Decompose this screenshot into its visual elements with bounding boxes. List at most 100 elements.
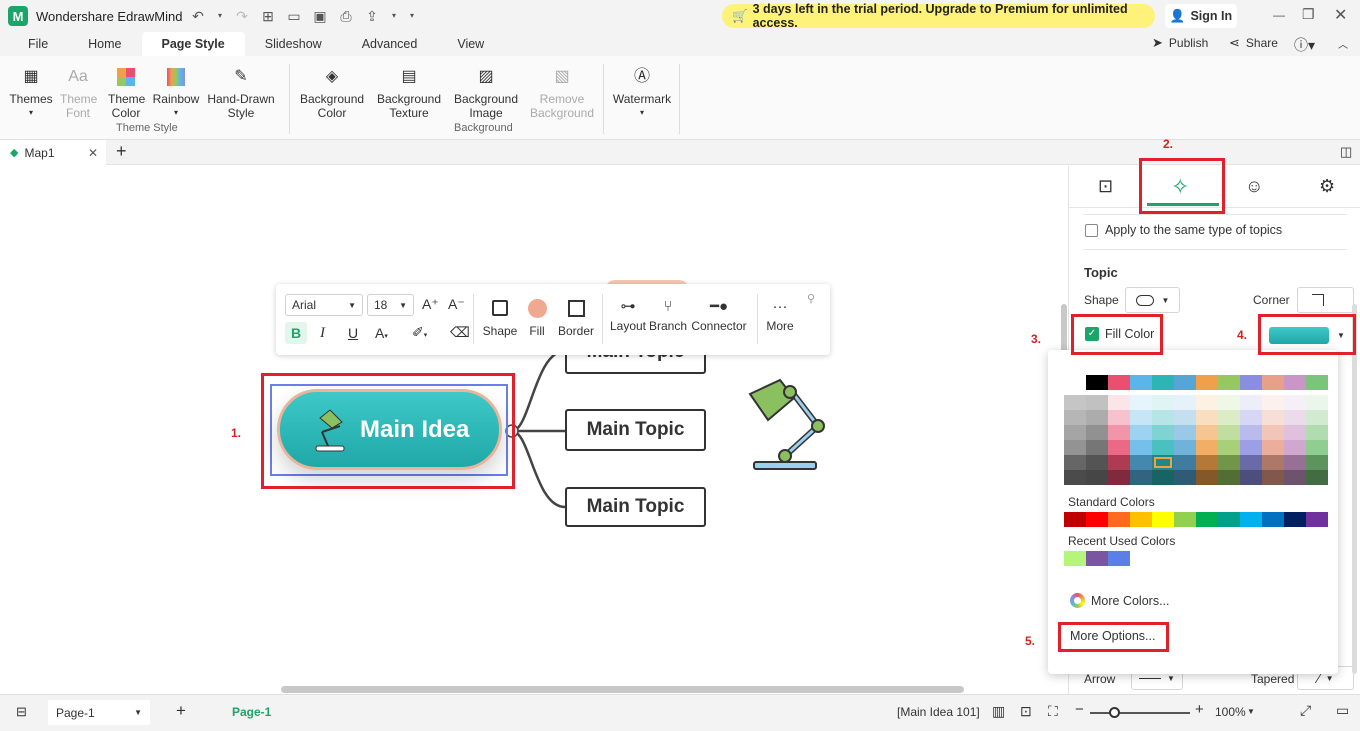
more-colors-button[interactable]: More Colors... (1070, 593, 1170, 608)
color-swatch[interactable] (1262, 395, 1284, 410)
color-swatch[interactable] (1086, 375, 1108, 390)
zoom-level[interactable]: 100% (1215, 705, 1246, 719)
chevron-down-icon[interactable]: ▼ (1247, 707, 1255, 716)
color-swatch[interactable] (1064, 470, 1086, 485)
color-swatch[interactable] (1284, 455, 1306, 470)
panel-scrollbar[interactable] (1352, 304, 1357, 674)
connector-button[interactable]: ━● Connector (690, 299, 748, 333)
pin-icon[interactable]: ⚲ (807, 292, 815, 305)
recent-color-swatch[interactable] (1108, 551, 1130, 566)
color-swatch[interactable] (1284, 470, 1306, 485)
color-swatch[interactable] (1284, 410, 1306, 425)
color-swatch[interactable] (1196, 440, 1218, 455)
italic-icon[interactable]: I (320, 325, 325, 342)
color-swatch[interactable] (1174, 455, 1196, 470)
standard-color-swatch[interactable] (1152, 512, 1174, 527)
toggle-panel-icon[interactable]: ◫ (1340, 144, 1352, 160)
add-page-icon[interactable]: + (176, 701, 186, 721)
share-button[interactable]: ⋖ Share (1229, 35, 1278, 51)
menu-home[interactable]: Home (68, 32, 141, 56)
color-swatch[interactable] (1196, 425, 1218, 440)
color-swatch[interactable] (1218, 440, 1240, 455)
decrease-font-icon[interactable]: A⁻ (448, 296, 465, 313)
zoom-slider-thumb[interactable] (1109, 707, 1120, 718)
page-select[interactable]: Page-1 ▼ (48, 700, 150, 725)
fit-page-icon[interactable]: ⊡ (1020, 703, 1032, 720)
more-icon[interactable]: ▾ (408, 8, 416, 24)
color-swatch[interactable] (1196, 410, 1218, 425)
fullscreen-fit-icon[interactable]: ⛶ (1048, 703, 1058, 720)
color-swatch[interactable] (1064, 395, 1086, 410)
color-swatch[interactable] (1240, 455, 1262, 470)
color-swatch[interactable] (1130, 375, 1152, 390)
active-page-tab[interactable]: Page-1 (232, 705, 271, 719)
color-swatch[interactable] (1284, 425, 1306, 440)
color-swatch[interactable] (1152, 425, 1174, 440)
menu-view[interactable]: View (437, 32, 504, 56)
doc-tab-map1[interactable]: ◆ Map1 ✕ (0, 140, 106, 165)
color-swatch[interactable] (1130, 410, 1152, 425)
bold-button[interactable]: B (285, 322, 307, 344)
remove-background-button[interactable]: ▧ Remove Background (528, 66, 596, 121)
font-select[interactable]: Arial ▼ (285, 294, 363, 316)
color-swatch[interactable] (1262, 410, 1284, 425)
apply-same-checkbox[interactable]: Apply to the same type of topics (1085, 223, 1282, 237)
color-swatch[interactable] (1064, 410, 1086, 425)
zoom-out-icon[interactable]: − (1075, 701, 1084, 718)
color-swatch[interactable] (1152, 440, 1174, 455)
collapse-ribbon-icon[interactable]: ︿ (1338, 36, 1348, 51)
highlight-icon[interactable]: ✐▾ (412, 324, 427, 341)
recent-color-swatch[interactable] (1086, 551, 1108, 566)
color-swatch[interactable] (1174, 395, 1196, 410)
sign-in-button[interactable]: 👤 Sign In (1165, 4, 1237, 28)
background-color-button[interactable]: ◈ Background Color (298, 66, 366, 121)
dropdown-icon[interactable]: ▾ (216, 8, 224, 24)
standard-color-swatch[interactable] (1218, 512, 1240, 527)
maximize-icon[interactable]: ❐ (1302, 6, 1315, 23)
color-swatch[interactable] (1262, 375, 1284, 390)
color-swatch[interactable] (1306, 440, 1328, 455)
sticker-tab-icon[interactable]: ☺ (1245, 176, 1263, 197)
color-swatch[interactable] (1086, 470, 1108, 485)
standard-color-swatch[interactable] (1196, 512, 1218, 527)
outline-toggle-icon[interactable]: ⊟ (16, 704, 27, 720)
save-icon[interactable]: ▣ (312, 8, 328, 24)
minimize-icon[interactable]: — (1273, 8, 1285, 22)
color-swatch[interactable] (1218, 395, 1240, 410)
color-swatch[interactable] (1306, 410, 1328, 425)
theme-color-button[interactable]: Theme Color (104, 66, 148, 120)
dropdown-icon[interactable]: ▾ (390, 8, 398, 24)
main-topic[interactable]: Main Topic (565, 487, 706, 527)
color-swatch[interactable] (1152, 375, 1174, 390)
color-swatch[interactable] (1174, 470, 1196, 485)
horizontal-scrollbar[interactable] (281, 686, 964, 693)
zoom-in-icon[interactable]: + (1195, 701, 1204, 718)
background-texture-button[interactable]: ▤ Background Texture (374, 66, 444, 121)
background-image-button[interactable]: ▨ Background Image (450, 66, 522, 121)
close-tab-icon[interactable]: ✕ (88, 146, 98, 160)
close-icon[interactable]: ✕ (1334, 5, 1347, 25)
color-swatch[interactable] (1108, 425, 1130, 440)
color-swatch[interactable] (1130, 470, 1152, 485)
format-tab-icon[interactable]: ⊡ (1098, 176, 1113, 197)
color-swatch[interactable] (1240, 470, 1262, 485)
color-swatch[interactable] (1306, 470, 1328, 485)
color-swatch[interactable] (1064, 425, 1086, 440)
color-swatch[interactable] (1218, 470, 1240, 485)
color-swatch[interactable] (1262, 425, 1284, 440)
canvas[interactable]: Main Topic Main Topic Main Topic Main Id… (0, 166, 1068, 694)
export-icon[interactable]: ⇪ (364, 8, 380, 24)
standard-color-swatch[interactable] (1306, 512, 1328, 527)
color-swatch[interactable] (1306, 455, 1328, 470)
color-swatch[interactable] (1240, 425, 1262, 440)
open-folder-icon[interactable]: ▭ (286, 8, 302, 24)
color-swatch[interactable] (1262, 470, 1284, 485)
recent-color-swatch[interactable] (1064, 551, 1086, 566)
layout-button[interactable]: ⊶ Layout (608, 299, 648, 333)
color-swatch[interactable] (1240, 440, 1262, 455)
color-swatch[interactable] (1108, 375, 1130, 390)
zoom-slider[interactable] (1090, 707, 1190, 718)
menu-page-style[interactable]: Page Style (141, 32, 245, 56)
color-swatch[interactable] (1152, 470, 1174, 485)
color-swatch[interactable] (1086, 455, 1108, 470)
